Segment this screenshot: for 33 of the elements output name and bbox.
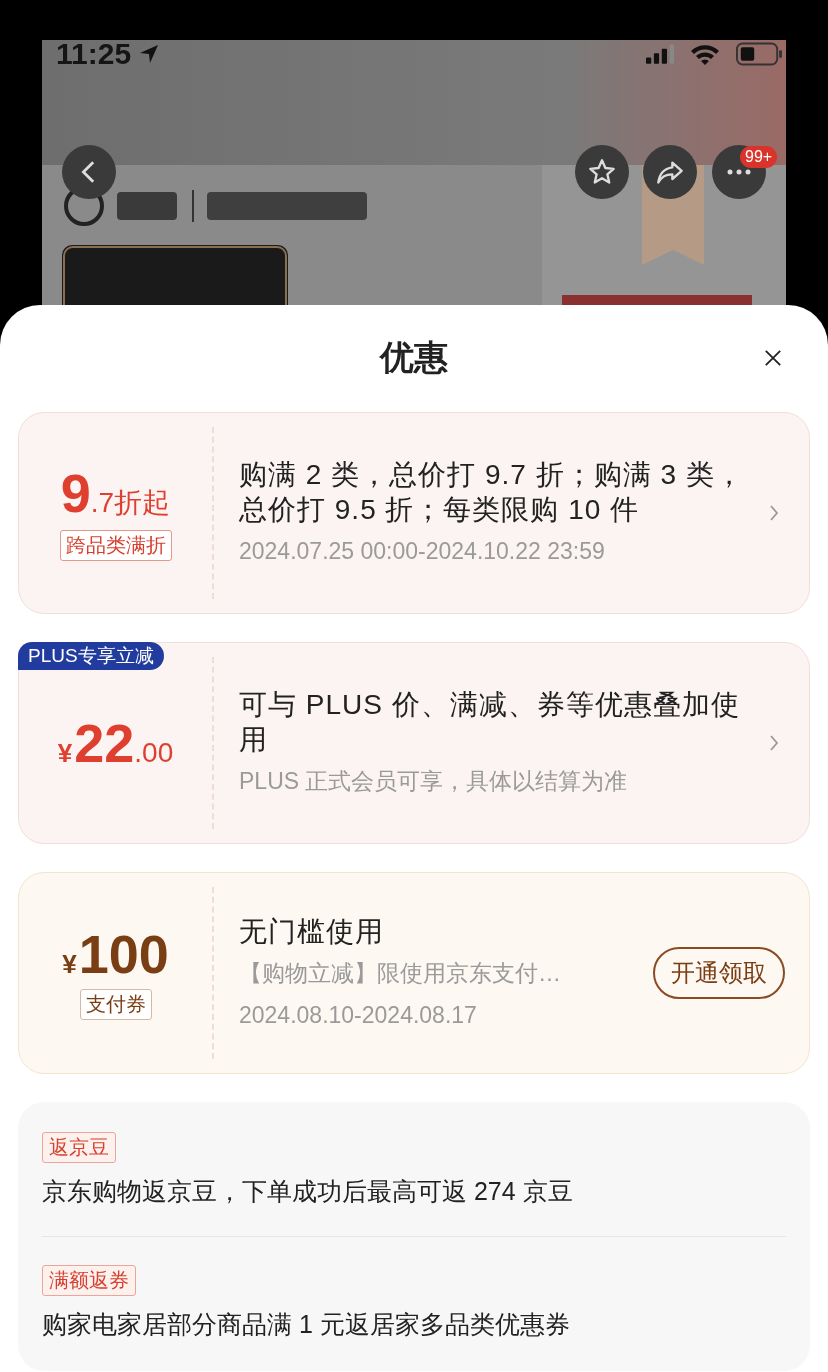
rebate-text: 购家电家居部分商品满 1 元返居家多品类优惠券 bbox=[42, 1309, 570, 1340]
status-time: 11:25 bbox=[56, 40, 132, 68]
wifi-icon bbox=[690, 43, 720, 65]
offer-value: ¥100 bbox=[62, 926, 169, 981]
offer-detail: 【购物立减】限使用京东支付… bbox=[239, 958, 562, 988]
close-icon[interactable] bbox=[764, 349, 782, 367]
chevron-right-icon bbox=[769, 504, 779, 522]
offer-title: 无门槛使用 bbox=[239, 914, 385, 949]
offer-title: 可与 PLUS 价、满减、券等优惠叠加使用 bbox=[239, 688, 741, 757]
offer-value: 9.7折起 bbox=[60, 465, 171, 522]
sheet-title: 优惠 bbox=[380, 336, 448, 378]
rebate-tag: 满额返券 bbox=[42, 1265, 136, 1296]
offer-card[interactable]: ¥100 支付券 无门槛使用 【购物立减】限使用京东支付… 2024.08.10-2024.08.17 开通领取 bbox=[18, 872, 810, 1074]
offer-period: 2024.07.25 00:00-2024.10.22 23:59 bbox=[239, 537, 606, 566]
offer-period: PLUS 正式会员可享，具体以结算为准 bbox=[239, 767, 629, 796]
rebate-text: 京东购物返京豆，下单成功后最高可返 274 京豆 bbox=[42, 1176, 573, 1207]
offer-value: ¥22.00 bbox=[57, 716, 174, 770]
offer-period: 2024.08.10-2024.08.17 bbox=[239, 1000, 478, 1030]
offer-title: 购满 2 类，总价打 9.7 折；购满 3 类，总价打 9.5 折；每类限购 10 件 bbox=[239, 458, 745, 527]
offer-card[interactable]: 9.7折起 跨品类满折 购满 2 类，总价打 9.7 折；购满 3 类，总价打 9.5 折；每类限购 10 件 2024.07.25 00:00-2024.10.22 23:59 bbox=[18, 412, 810, 614]
star-icon bbox=[588, 158, 616, 186]
more-icon bbox=[727, 168, 751, 176]
offer-tag: 支付券 bbox=[79, 988, 152, 1020]
chevron-right-icon bbox=[769, 734, 779, 752]
rebate-tag: 返京豆 bbox=[42, 1132, 116, 1163]
signal-icon bbox=[646, 44, 674, 64]
location-arrow-icon bbox=[139, 44, 160, 64]
offer-card[interactable]: PLUS专享立减 ¥22.00 可与 PLUS 价、满减、券等优惠叠加使用 PLUS 正式会员可享，具体以结算为准 bbox=[18, 642, 810, 844]
offer-tag: 跨品类满折 bbox=[59, 529, 172, 561]
plus-ribbon: PLUS专享立减 bbox=[18, 642, 164, 670]
claim-button[interactable]: 开通领取 bbox=[653, 947, 785, 999]
notification-badge: 99+ bbox=[740, 146, 778, 168]
battery-icon bbox=[736, 42, 782, 66]
